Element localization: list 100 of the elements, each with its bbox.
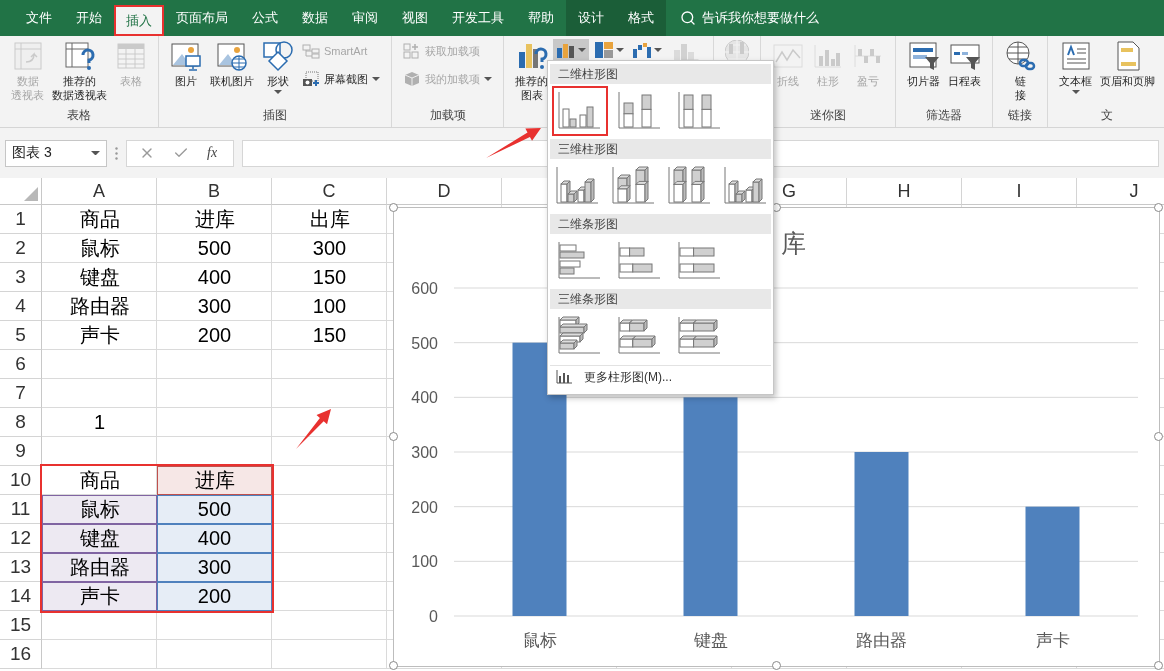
axis-label: 500 xyxy=(411,334,438,352)
sheet-cell[interactable]: 键盘 xyxy=(42,263,157,292)
row-header[interactable]: 2 xyxy=(0,234,42,263)
sheet-cell[interactable]: 鼠标 xyxy=(42,495,157,524)
sheet-cell[interactable]: 进库 xyxy=(157,205,272,234)
sheet-cell[interactable]: 200 xyxy=(157,321,272,350)
ribbon-button[interactable]: 链 接 xyxy=(1001,39,1039,103)
row-header[interactable]: 12 xyxy=(0,524,42,553)
ribbon-button[interactable]: 日程表 xyxy=(945,39,984,89)
row-header[interactable]: 7 xyxy=(0,379,42,408)
text-box-icon xyxy=(1059,40,1092,72)
sheet-cell[interactable]: 进库 xyxy=(157,466,272,495)
search-icon xyxy=(680,10,696,26)
sheet-cell[interactable]: 300 xyxy=(157,553,272,582)
row-header[interactable]: 6 xyxy=(0,350,42,379)
sheet-cell[interactable]: 500 xyxy=(157,234,272,263)
resize-handle[interactable] xyxy=(771,661,781,670)
ribbon-button[interactable]: 文本框 xyxy=(1056,39,1095,95)
ribbon-button[interactable]: 屏幕截图 xyxy=(299,69,383,89)
tell-me-field[interactable]: 告诉我你想要做什么 xyxy=(702,9,819,27)
resize-handle[interactable] xyxy=(1154,203,1163,212)
ribbon-tab[interactable]: 格式 xyxy=(616,0,666,36)
ribbon-tab[interactable]: 视图 xyxy=(390,0,440,36)
chart-option[interactable] xyxy=(552,86,608,136)
sheet-cell[interactable]: 商品 xyxy=(42,205,157,234)
axis-label: 200 xyxy=(411,498,438,516)
row-header[interactable]: 5 xyxy=(0,321,42,350)
ribbon-tab[interactable]: 页面布局 xyxy=(164,0,240,36)
row-header[interactable]: 1 xyxy=(0,205,42,234)
ribbon-button[interactable]: 切片器 xyxy=(904,39,943,89)
column-header[interactable]: B xyxy=(157,178,272,205)
resize-handle[interactable] xyxy=(389,432,398,441)
row-header[interactable]: 11 xyxy=(0,495,42,524)
column-header[interactable]: H xyxy=(847,178,962,205)
ribbon-tab[interactable]: 文件 xyxy=(14,0,64,36)
sheet-cell[interactable]: 声卡 xyxy=(42,321,157,350)
row-header[interactable]: 8 xyxy=(0,408,42,437)
sheet-cell[interactable]: 鼠标 xyxy=(42,234,157,263)
sheet-cell[interactable]: 150 xyxy=(272,263,387,292)
pivot-table-icon xyxy=(63,40,96,72)
sheet-cell[interactable]: 100 xyxy=(272,292,387,321)
hierarchy-chart-icon xyxy=(594,41,614,59)
ribbon-button[interactable]: 图片 xyxy=(167,39,205,89)
column-header[interactable]: I xyxy=(962,178,1077,205)
insert-function-button[interactable]: fx xyxy=(207,145,218,161)
sheet-cell[interactable]: 400 xyxy=(157,263,272,292)
slicer-icon xyxy=(907,40,940,72)
row-header[interactable]: 13 xyxy=(0,553,42,582)
sheet-cell[interactable]: 路由器 xyxy=(42,292,157,321)
sheet-cell[interactable]: 声卡 xyxy=(42,582,157,611)
ribbon-tab[interactable]: 开发工具 xyxy=(440,0,516,36)
ribbon-button[interactable]: 推荐的 图表 xyxy=(512,39,551,103)
column-header[interactable]: A xyxy=(42,178,157,205)
row-header[interactable]: 3 xyxy=(0,263,42,292)
ribbon-tab[interactable]: 设计 xyxy=(566,0,616,36)
online-picture-icon xyxy=(216,40,248,72)
row-header[interactable]: 14 xyxy=(0,582,42,611)
select-all-icon[interactable] xyxy=(24,187,38,201)
sheet-cell[interactable]: 500 xyxy=(157,495,272,524)
sheet-cell[interactable]: 200 xyxy=(157,582,272,611)
sheet-cell[interactable]: 150 xyxy=(272,321,387,350)
ribbon-tab[interactable]: 开始 xyxy=(64,0,114,36)
column-header[interactable]: D xyxy=(387,178,502,205)
axis-label: 0 xyxy=(429,608,438,625)
row-header[interactable]: 16 xyxy=(0,640,42,669)
chart-type-button[interactable] xyxy=(553,39,589,61)
ribbon-tab[interactable]: 审阅 xyxy=(340,0,390,36)
sheet-cell[interactable]: 300 xyxy=(157,292,272,321)
add-in-icon xyxy=(403,43,421,59)
picture-icon xyxy=(170,40,202,72)
resize-handle[interactable] xyxy=(1154,661,1163,670)
row-header[interactable]: 9 xyxy=(0,437,42,466)
ribbon-tab[interactable]: 帮助 xyxy=(516,0,566,36)
sheet-cell[interactable]: 400 xyxy=(157,524,272,553)
row-header[interactable]: 4 xyxy=(0,292,42,321)
ribbon-button[interactable]: 推荐的 数据透视表 xyxy=(49,39,110,103)
resize-handle[interactable] xyxy=(1154,432,1163,441)
axis-label: 300 xyxy=(411,444,438,461)
name-box[interactable]: 图表 3 xyxy=(5,139,107,167)
sheet-cell[interactable]: 出库 xyxy=(272,205,387,234)
sheet-cell[interactable]: 300 xyxy=(272,234,387,263)
ribbon-tab[interactable]: 插入 xyxy=(114,5,164,36)
group-label: 加载项 xyxy=(429,108,466,122)
row-header[interactable]: 10 xyxy=(0,466,42,495)
category-label: 鼠标 xyxy=(522,631,557,650)
row-header[interactable]: 15 xyxy=(0,611,42,640)
column-header[interactable]: C xyxy=(272,178,387,205)
sheet-cell[interactable]: 1 xyxy=(42,408,157,437)
ribbon-tab[interactable]: 数据 xyxy=(290,0,340,36)
ribbon-tab[interactable]: 公式 xyxy=(240,0,290,36)
resize-handle[interactable] xyxy=(389,203,398,212)
sheet-cell[interactable]: 商品 xyxy=(42,466,157,495)
sheet-cell[interactable]: 键盘 xyxy=(42,524,157,553)
resize-handle[interactable] xyxy=(389,661,398,670)
category-label: 键盘 xyxy=(693,631,728,650)
ribbon-button[interactable]: 页眉和页脚 xyxy=(1097,39,1158,89)
ribbon-button[interactable]: 联机图片 xyxy=(207,39,257,89)
column-chart-icon xyxy=(556,370,572,384)
sheet-cell[interactable]: 路由器 xyxy=(42,553,157,582)
ribbon-button[interactable]: 形状 xyxy=(259,39,297,95)
